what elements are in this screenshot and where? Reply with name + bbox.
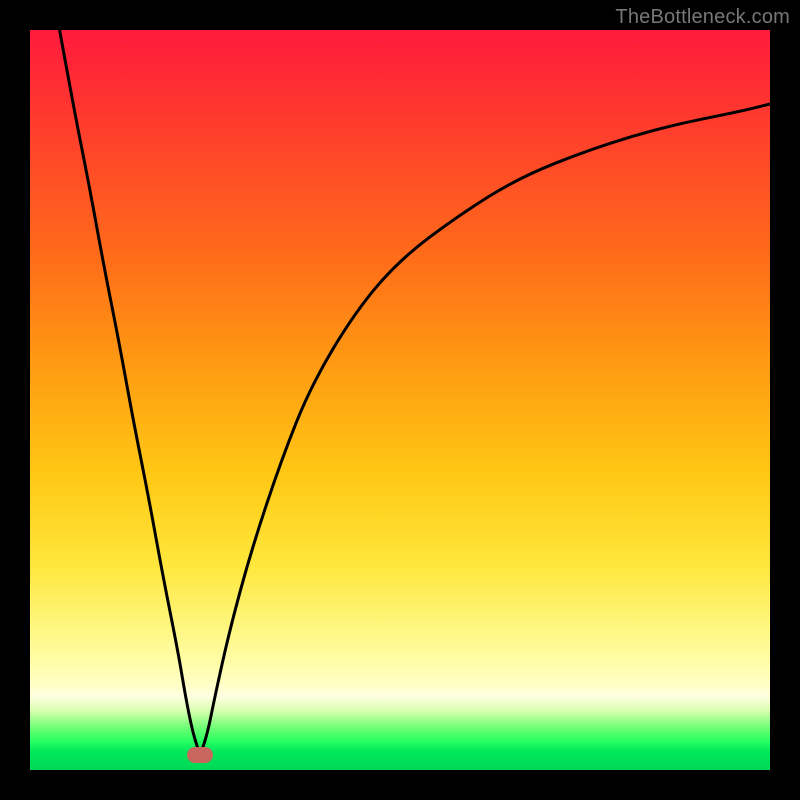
bottleneck-curve [30,30,770,770]
optimal-marker [187,747,213,763]
plot-area [30,30,770,770]
chart-frame: TheBottleneck.com [0,0,800,800]
watermark-text: TheBottleneck.com [615,6,790,29]
curve-path [60,30,770,755]
